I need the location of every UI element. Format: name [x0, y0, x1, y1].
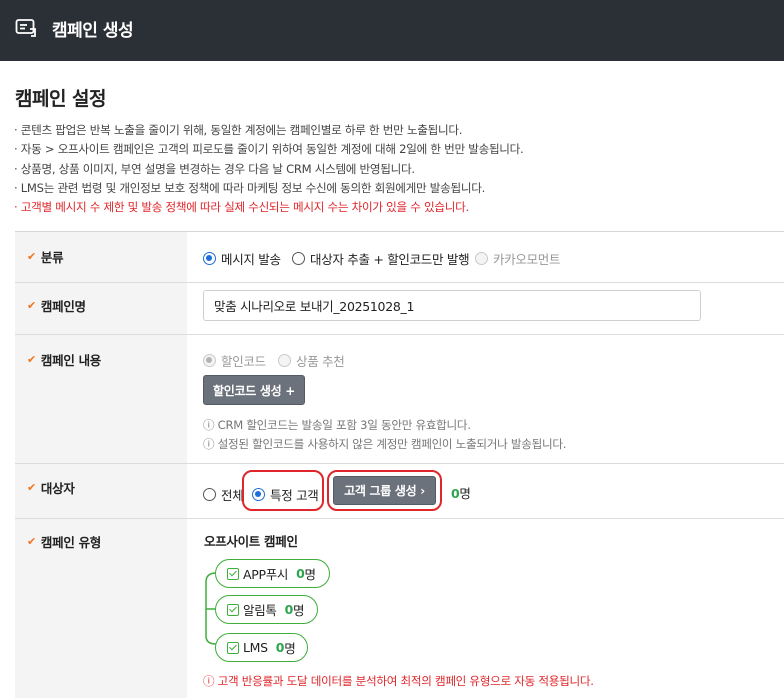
radio-target-specific[interactable]: 특정 고객	[252, 485, 319, 504]
field-label: ✔ 캠페인 내용	[27, 353, 101, 368]
field-label: ✔ 대상자	[27, 481, 75, 496]
app-header: 캠페인 생성	[0, 0, 784, 61]
create-discount-code-button[interactable]: 할인코드 생성 +	[203, 375, 305, 405]
check-icon: ✔	[27, 535, 36, 548]
radio-product-recommend[interactable]: 상품 추천	[278, 351, 345, 370]
radio-dot[interactable]	[203, 252, 216, 265]
info-text: ⓘ 설정된 할인코드를 사용하지 않은 계정만 캠페인이 노출되거나 발송됩니다…	[203, 437, 567, 451]
header-title: 캠페인 생성	[52, 21, 134, 41]
row-target: ✔ 대상자 전체 특정 고객 고객 그룹 생성 › 0명	[15, 464, 784, 519]
campaign-icon	[15, 19, 36, 37]
field-label: ✔ 분류	[27, 250, 64, 265]
offsite-campaign-title: 오프사이트 캠페인	[204, 534, 298, 549]
field-label: ✔ 캠페인명	[27, 299, 86, 314]
channel-alimtalk: 알림톡 0명	[215, 595, 318, 624]
radio-discount-code[interactable]: 할인코드	[203, 351, 266, 370]
radio-target-all[interactable]: 전체	[203, 485, 244, 504]
check-icon: ✔	[27, 250, 36, 263]
campaign-form: ✔ 분류 메시지 발송 대상자 추출 + 할인코드만 발행 카카오모먼트 ✔ 캠…	[15, 231, 784, 698]
info-text: ⓘ CRM 할인코드는 발송일 포함 3일 동안만 유효합니다.	[203, 418, 471, 432]
campaign-type-warning: ⓘ 고객 반응률과 도달 데이터를 분석하여 최적의 캠페인 유형으로 자동 적…	[203, 674, 594, 688]
create-customer-group-button[interactable]: 고객 그룹 생성 ›	[333, 476, 436, 505]
channel-app-push: APP푸시 0명	[215, 559, 330, 588]
check-icon: ✔	[27, 353, 36, 366]
notice-item: · 자동 > 오프사이트 캠페인은 고객의 피로도를 줄이기 위하여 동일한 계…	[14, 142, 524, 157]
check-icon: ✔	[27, 481, 36, 494]
radio-dot[interactable]	[475, 252, 488, 265]
radio-message-send[interactable]: 메시지 발송	[203, 249, 281, 268]
notice-item: · 상품명, 상품 이미지, 부연 설명을 변경하는 경우 다음 날 CRM 시…	[14, 161, 415, 176]
row-category: ✔ 분류 메시지 발송 대상자 추출 + 할인코드만 발행 카카오모먼트	[15, 232, 784, 283]
checkbox-icon[interactable]	[227, 567, 239, 580]
radio-kakao-moment[interactable]: 카카오모먼트	[475, 249, 561, 268]
channel-lms: LMS 0명	[215, 633, 308, 662]
notice-item: · 콘텐츠 팝업은 반복 노출을 줄이기 위해, 동일한 계정에는 캠페인별로 …	[14, 123, 463, 137]
checkbox-icon[interactable]	[227, 603, 239, 616]
notice-warning: · 고객별 메시지 수 제한 및 발송 정책에 따라 실제 수신되는 메시지 수…	[14, 200, 469, 215]
radio-dot[interactable]	[278, 354, 291, 367]
page-title: 캠페인 설정	[15, 88, 107, 110]
campaign-name-input[interactable]: 맞춤 시나리오로 보내기_20251028_1	[203, 290, 701, 321]
checkbox-icon[interactable]	[227, 641, 239, 654]
radio-dot[interactable]	[203, 488, 216, 501]
radio-dot[interactable]	[292, 252, 305, 265]
notice-list: · 콘텐츠 팝업은 반복 노출을 줄이기 위해, 동일한 계정에는 캠페인별로 …	[14, 121, 524, 217]
target-count: 0명	[451, 486, 471, 501]
radio-dot[interactable]	[203, 354, 216, 367]
radio-dot[interactable]	[252, 488, 265, 501]
row-campaign-type: ✔ 캠페인 유형	[15, 519, 784, 698]
field-label: ✔ 캠페인 유형	[27, 535, 101, 550]
row-campaign-name: ✔ 캠페인명 맞춤 시나리오로 보내기_20251028_1	[15, 283, 784, 335]
row-campaign-content: ✔ 캠페인 내용 할인코드 상품 추천 할인코드 생성 + ⓘ CRM 할인코드…	[15, 335, 784, 464]
check-icon: ✔	[27, 299, 36, 312]
notice-item: · LMS는 관련 법령 및 개인정보 보호 정책에 따라 마케팅 정보 수신에…	[14, 180, 486, 195]
radio-extract-discount[interactable]: 대상자 추출 + 할인코드만 발행	[292, 249, 470, 268]
